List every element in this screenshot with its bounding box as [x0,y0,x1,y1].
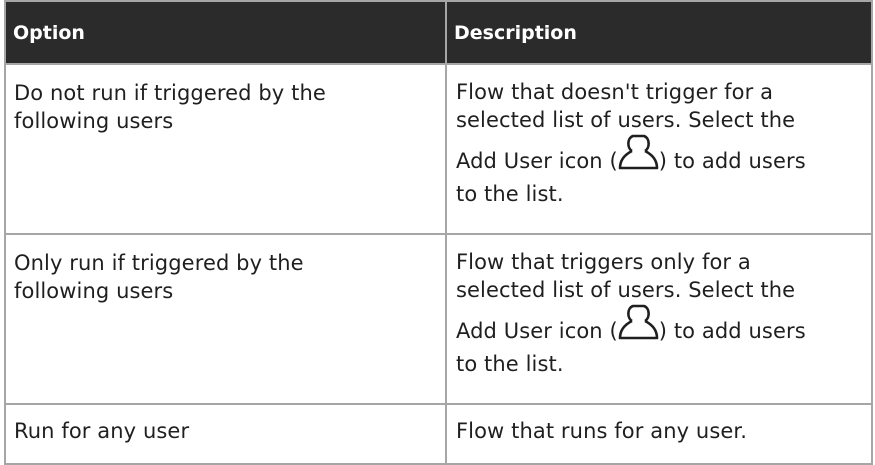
description-icon-line: Add User icon ( ) to add users [456,134,867,180]
description-text-fragment: Add User icon ( [456,319,618,343]
description-cell: Flow that triggers only for a selected l… [445,233,873,405]
description-text-line: selected list of users. Select the [456,278,796,302]
add-user-icon [618,304,659,340]
table-row: Do not run if triggered by the following… [4,63,873,235]
options-table: Option Description Do not run if trigger… [4,0,873,465]
description-cell: Flow that doesn't trigger for a selected… [445,63,873,235]
description-cell: Flow that runs for any user. [445,403,873,465]
option-text-line: Only run if triggered by the [14,251,304,275]
description-text-line: to the list. [456,182,564,206]
table-row: Run for any user Flow that runs for any … [4,403,873,465]
option-cell: Only run if triggered by the following u… [4,233,447,405]
description-text-line: selected list of users. Select the [456,108,796,132]
add-user-icon [618,134,659,170]
description-text-line: Flow that doesn't trigger for a [456,80,774,104]
column-header-description: Description [445,0,873,65]
option-cell: Do not run if triggered by the following… [4,63,447,235]
description-text-fragment: ) to add users [658,319,806,343]
description-text-fragment: Add User icon ( [456,149,618,173]
option-text-line: following users [14,279,174,303]
table-header-row: Option Description [4,0,873,65]
table-row: Only run if triggered by the following u… [4,233,873,405]
column-header-option: Option [4,0,447,65]
option-text-line: Do not run if triggered by the [14,81,326,105]
description-text-fragment: ) to add users [658,149,806,173]
description-text-line: Flow that triggers only for a [456,250,751,274]
option-text-line: following users [14,109,174,133]
option-cell: Run for any user [4,403,447,465]
description-icon-line: Add User icon ( ) to add users [456,304,867,350]
description-text-line: to the list. [456,352,564,376]
